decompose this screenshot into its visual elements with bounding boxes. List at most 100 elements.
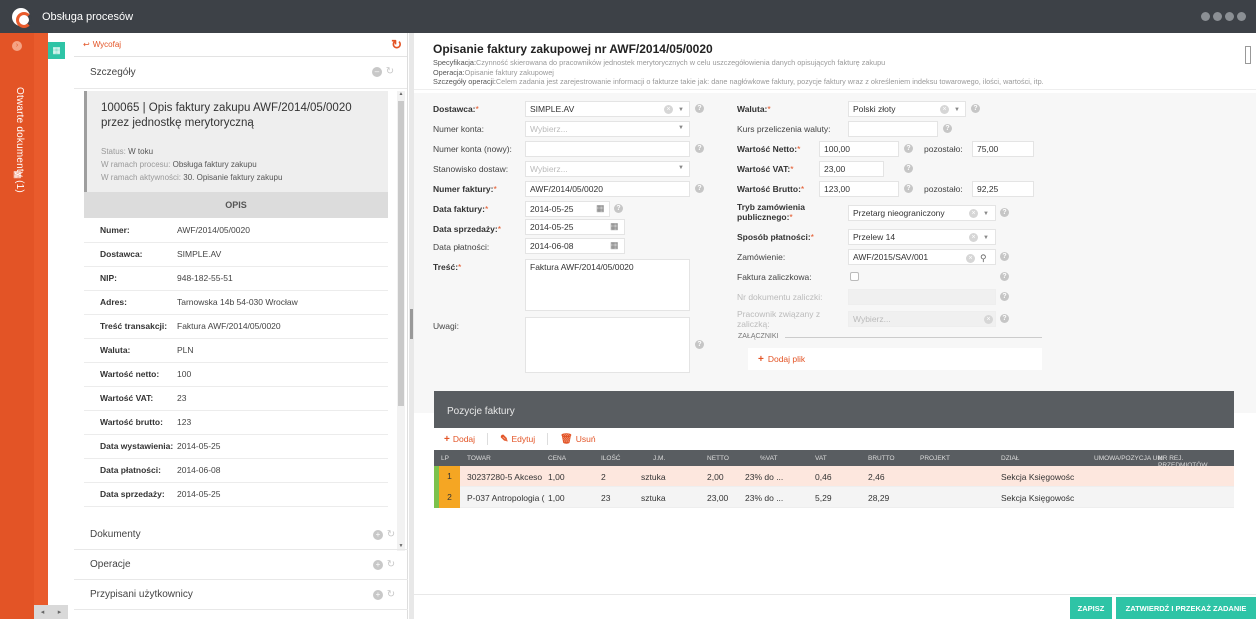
column-header[interactable]: UMOWA/POZYCJA UM [1094,455,1163,462]
numer-konta-label: Numer konta: [433,124,485,134]
help-icon[interactable]: ? [1000,314,1009,323]
help-icon[interactable]: ? [1000,208,1009,217]
vat-field[interactable]: 23,00 [819,161,884,177]
chevron-down-icon[interactable]: ▼ [983,211,989,217]
help-icon[interactable]: ? [904,184,913,193]
maximize-icon[interactable] [1225,12,1234,21]
netto-field[interactable]: 100,00 [819,141,899,157]
scrollbar-thumb[interactable] [1245,46,1251,64]
help-icon[interactable]: ? [614,204,623,213]
refresh-icon[interactable]: ↻ [391,37,402,53]
column-header[interactable]: CENA [548,455,566,462]
calendar-icon[interactable]: ▦ [596,203,605,214]
zaliczkowa-checkbox[interactable] [850,272,859,281]
chevron-down-icon[interactable]: ▼ [678,107,684,113]
header-scrollbar[interactable] [1244,37,1252,85]
table-row[interactable]: 2 P-037 Antropologia ( 1,00 23 sztuka 23… [434,487,1234,508]
delete-item-button[interactable]: 🗑 Usuń [560,434,596,445]
tresc-textarea[interactable]: Faktura AWF/2014/05/0020 [525,259,690,311]
column-header[interactable]: TOWAR [467,455,491,462]
chevron-down-icon[interactable]: ▼ [678,125,684,131]
stanowisko-select[interactable]: Wybierz... [525,161,690,177]
help-icon[interactable]: ? [904,144,913,153]
clear-icon[interactable]: × [969,209,978,218]
expand-icon[interactable]: + [373,590,383,600]
help-icon[interactable]: ? [1000,252,1009,261]
numer-faktury-field[interactable]: AWF/2014/05/0020 [525,181,690,197]
save-button[interactable]: ZAPISZ [1070,597,1112,619]
netto-pozostalo-field[interactable]: 75,00 [972,141,1034,157]
clear-icon[interactable]: × [940,105,949,114]
minimize-icon[interactable] [1213,12,1222,21]
help-icon[interactable]: ? [1000,272,1009,281]
refresh-icon[interactable]: ↻ [385,67,395,77]
arrow-left-icon[interactable]: ◂ [41,608,45,616]
scrollbar-thumb[interactable] [398,101,404,406]
sidebar-scroll-nav: ◂ ▸ [34,605,68,619]
brutto-field[interactable]: 123,00 [819,181,899,197]
kurs-field[interactable] [848,121,938,137]
uwagi-textarea[interactable] [525,317,690,373]
clear-icon[interactable]: × [969,233,978,242]
close-icon[interactable] [1237,12,1246,21]
column-header[interactable]: DZIAŁ [1001,455,1019,462]
apps-grid-icon[interactable]: ▦ [48,42,65,59]
clear-icon[interactable]: × [664,105,673,114]
numer-konta-nowy-field[interactable] [525,141,690,157]
section-operacje[interactable]: Operacje + ↻ [74,550,408,580]
help-icon[interactable]: ? [695,340,704,349]
expand-icon[interactable]: + [373,530,383,540]
section-dokumenty[interactable]: Dokumenty + ↻ [74,520,408,550]
details-section-header[interactable]: Szczegóły – ↻ [74,57,407,89]
settings-icon[interactable] [1201,12,1210,21]
help-icon[interactable]: ? [695,184,704,193]
search-icon[interactable]: ⚲ [980,253,987,264]
brutto-pozostalo-field[interactable]: 92,25 [972,181,1034,197]
chevron-right-icon[interactable]: › [12,41,22,51]
splitter-grip[interactable] [410,309,413,339]
help-icon[interactable]: ? [943,124,952,133]
cell-towar: P-037 Antropologia ( [467,493,545,503]
section-przypisani[interactable]: Przypisani użytkownicy + ↻ [74,580,408,610]
help-icon[interactable]: ? [971,104,980,113]
invoice-form: Dostawca:* SIMPLE.AV × ▼ ? Numer konta: W… [414,93,1256,413]
chevron-down-icon[interactable]: ▼ [678,165,684,171]
sidebar-tab[interactable]: › Otwarte dokumenty (1) ▦ [0,33,34,619]
help-icon[interactable]: ? [695,144,704,153]
refresh-icon[interactable]: ↻ [386,590,396,600]
help-icon[interactable]: ? [695,104,704,113]
edit-item-button[interactable]: ✎ Edytuj [500,434,535,445]
grid-icon[interactable]: ▦ [13,170,22,179]
refresh-icon[interactable]: ↻ [386,560,396,570]
column-header[interactable]: LP [441,455,449,462]
approve-and-forward-button[interactable]: ZATWIERDŹ I PRZEKAŻ ZADANIE [1116,597,1256,619]
column-header[interactable]: ILOŚĆ [601,455,621,462]
calendar-icon[interactable]: ▦ [610,221,619,232]
numer-konta-select[interactable]: Wybierz... [525,121,690,137]
refresh-icon[interactable]: ↻ [386,530,396,540]
chevron-down-icon[interactable]: ▼ [954,107,960,113]
column-header[interactable]: BRUTTO [868,455,895,462]
table-row[interactable]: 1 30237280-5 Akceso 1,00 2 sztuka 2,00 2… [434,466,1234,487]
column-header[interactable]: NETTO [707,455,729,462]
operation-line: Operacja:Opisanie faktury zakupowej [433,67,554,77]
add-item-button[interactable]: + Dodaj [444,434,475,445]
help-icon[interactable]: ? [904,164,913,173]
collapse-icon[interactable]: – [372,67,382,77]
calendar-icon[interactable]: ▦ [610,240,619,251]
column-header[interactable]: %VAT [760,455,777,462]
expand-icon[interactable]: + [373,560,383,570]
column-header[interactable]: VAT [815,455,827,462]
clear-icon[interactable]: × [966,254,975,263]
opis-header: OPIS [84,192,388,218]
column-header[interactable]: J.M. [653,455,665,462]
dostawca-label: Dostawca:* [433,104,479,114]
column-header[interactable]: PROJEKT [920,455,950,462]
help-icon[interactable]: ? [1000,292,1009,301]
scroll-up-icon[interactable]: ▲ [397,91,405,99]
details-scrollbar[interactable]: ▲ ▼ [397,91,405,551]
chevron-down-icon[interactable]: ▼ [983,235,989,241]
add-file-button[interactable]: + Dodaj plik [748,348,1042,370]
arrow-right-icon[interactable]: ▸ [58,608,62,616]
back-button[interactable]: ↩ Wycofaj [83,40,121,49]
